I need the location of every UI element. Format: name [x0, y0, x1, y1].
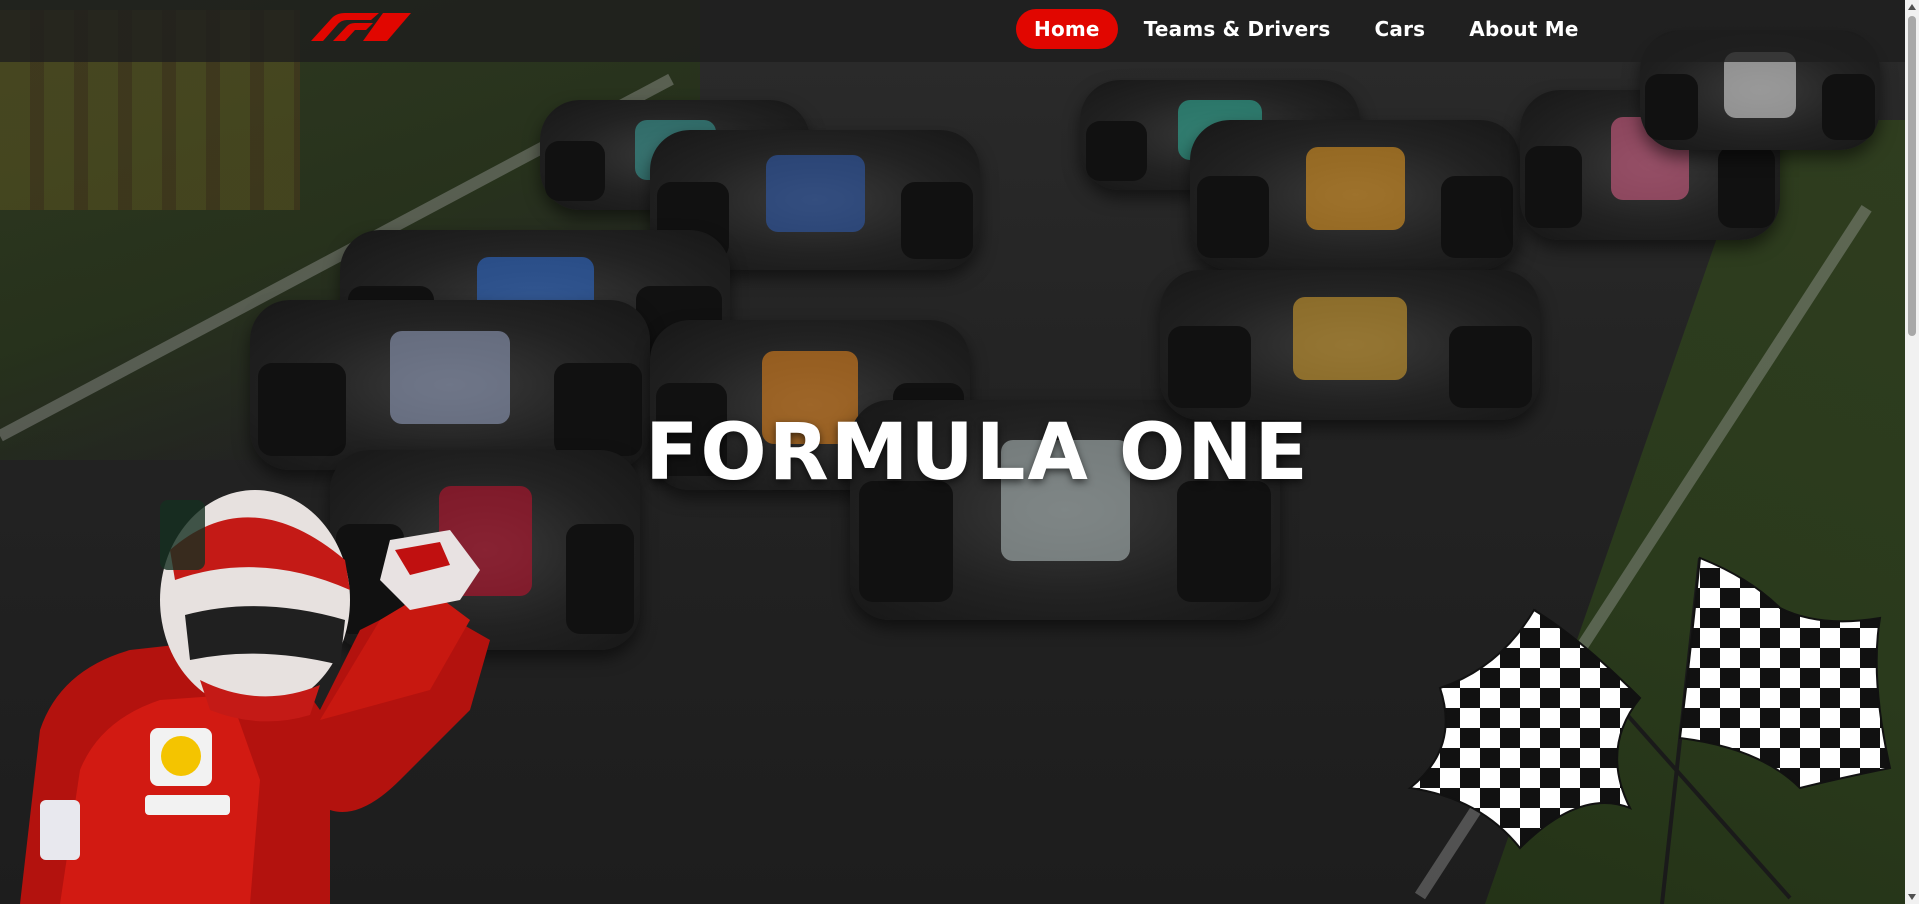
scroll-down-arrow-icon[interactable]	[1908, 894, 1916, 900]
nav-links: Home Teams & Drivers Cars About Me	[1016, 9, 1597, 49]
race-car	[1190, 120, 1520, 270]
f1-logo-icon[interactable]	[303, 13, 411, 41]
top-navbar: Home Teams & Drivers Cars About Me	[0, 0, 1905, 62]
nav-cars[interactable]: Cars	[1357, 9, 1444, 49]
checkered-flags-icon	[1407, 556, 1892, 904]
page-scrollbar[interactable]	[1905, 0, 1919, 904]
nav-about-me[interactable]: About Me	[1451, 9, 1596, 49]
scroll-up-arrow-icon[interactable]	[1908, 4, 1916, 10]
driver-illustration	[20, 490, 490, 904]
race-car	[1160, 270, 1540, 420]
scrollbar-thumb[interactable]	[1908, 16, 1916, 336]
nav-teams-drivers[interactable]: Teams & Drivers	[1126, 9, 1349, 49]
nav-home[interactable]: Home	[1016, 9, 1118, 49]
